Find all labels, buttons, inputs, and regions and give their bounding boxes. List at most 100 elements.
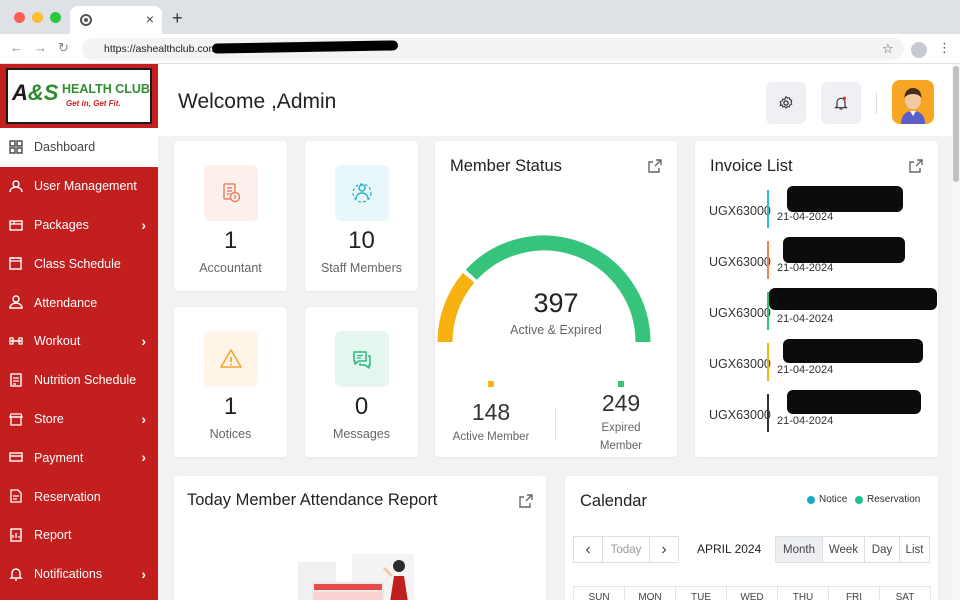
external-link-icon[interactable] — [519, 494, 533, 508]
sidebar-item-label: Payment — [34, 450, 84, 465]
browser-tab[interactable]: × — [70, 6, 162, 34]
profile-icon[interactable] — [911, 42, 927, 58]
sidebar-item-nutrition-schedule[interactable]: Nutrition Schedule — [0, 361, 158, 400]
invoice-row[interactable]: UGX63000 21-04-2024 — [709, 390, 939, 438]
attendance-report-card: Today Member Attendance Report — [174, 476, 546, 600]
notice-legend-dot — [807, 495, 815, 504]
sidebar-item-label: Report — [34, 528, 72, 543]
invoice-row[interactable]: UGX63000 21-04-2024 — [709, 339, 939, 387]
calendar-prev-button[interactable]: ‹ — [573, 536, 603, 563]
invoice-row[interactable]: UGX63000 21-04-2024 — [709, 186, 939, 234]
minimize-window-button[interactable] — [32, 12, 43, 23]
window-controls[interactable] — [14, 12, 61, 23]
sidebar-item-user-management[interactable]: User Management — [0, 167, 158, 206]
browser-tab-bar: × + — [0, 0, 960, 34]
page-scrollbar[interactable] — [952, 64, 960, 600]
calendar-card: Calendar Notice Reservation ‹ Today › AP… — [565, 476, 938, 600]
chat-icon — [353, 351, 371, 369]
warning-icon — [220, 349, 242, 368]
back-icon[interactable]: ← — [10, 40, 23, 55]
sidebar-item-packages[interactable]: Packages › — [0, 206, 158, 245]
store-icon — [9, 412, 23, 426]
calendar-view-month[interactable]: Month — [775, 536, 823, 563]
calendar-day-header: FRI — [828, 586, 880, 600]
calendar-view-week[interactable]: Week — [822, 536, 865, 563]
active-member-label: Active Member — [452, 431, 530, 443]
notice-legend: Notice — [807, 494, 847, 505]
logo[interactable]: A&S HEALTH CLUB Get in, Get Fit. — [6, 68, 152, 124]
chevron-right-icon: › — [661, 540, 667, 558]
invoice-row[interactable]: UGX63000 21-04-2024 — [709, 237, 939, 285]
stat-card-staff[interactable]: 10 Staff Members — [305, 141, 418, 291]
sidebar-item-label: Packages — [34, 217, 89, 232]
calendar-day-header: TUE — [675, 586, 727, 600]
invoice-redaction — [783, 237, 905, 263]
active-legend-marker — [488, 381, 494, 387]
invoice-redaction — [787, 390, 921, 414]
sidebar-item-dashboard[interactable]: Dashboard — [0, 128, 158, 167]
calendar-view-list[interactable]: List — [899, 536, 930, 563]
tab-close-icon[interactable]: × — [146, 11, 154, 27]
attendance-report-title: Today Member Attendance Report — [187, 491, 438, 509]
invoice-row[interactable]: UGX63000 21-04-2024 — [709, 288, 939, 336]
stat-card-messages[interactable]: 0 Messages — [305, 307, 418, 457]
invoice-code: UGX63000 — [709, 204, 771, 218]
invoice-date: 21-04-2024 — [777, 262, 834, 274]
sidebar: A&S HEALTH CLUB Get in, Get Fit. Dashboa… — [0, 64, 158, 600]
chevron-right-icon: › — [141, 332, 146, 349]
maximize-window-button[interactable] — [50, 12, 61, 23]
accountant-count: 1 — [223, 227, 238, 254]
address-toolbar: ← → ↻ https://ashealthclub.com/ ☆ ⋮ — [0, 34, 960, 64]
sidebar-item-workout[interactable]: Workout › — [0, 322, 158, 361]
url-field[interactable]: https://ashealthclub.com/ — [82, 38, 904, 60]
sidebar-item-store[interactable]: Store › — [0, 400, 158, 439]
bookmark-star-icon[interactable]: ☆ — [882, 41, 894, 57]
url-text: https://ashealthclub.com/ — [104, 43, 221, 55]
sidebar-nav: Dashboard User Management Packages › Class S… — [0, 128, 158, 594]
calendar-month-label: APRIL 2024 — [697, 542, 762, 556]
new-tab-button[interactable]: + — [172, 8, 183, 29]
calendar-title: Calendar — [580, 492, 647, 510]
scrollbar-thumb[interactable] — [953, 66, 959, 182]
stat-icon-box — [335, 165, 389, 221]
notifications-button[interactable] — [821, 82, 861, 124]
avatar[interactable] — [892, 80, 934, 124]
calendar-day-header: WED — [726, 586, 778, 600]
stat-card-notices[interactable]: 1 Notices — [174, 307, 287, 457]
stat-card-accountant[interactable]: 1 Accountant — [174, 141, 287, 291]
member-status-title: Member Status — [450, 157, 562, 175]
sidebar-item-notifications[interactable]: Notifications › — [0, 555, 158, 594]
sidebar-item-class-schedule[interactable]: Class Schedule — [0, 244, 158, 283]
sidebar-item-reservation[interactable]: Reservation — [0, 477, 158, 516]
sidebar-item-label: Nutrition Schedule — [34, 373, 137, 388]
logo-mark-s: &S — [27, 80, 59, 105]
calendar-next-button[interactable]: › — [649, 536, 679, 563]
invoice-status-bar — [767, 343, 769, 381]
dumbbell-icon — [9, 337, 23, 345]
report-icon — [10, 528, 22, 542]
sidebar-item-payment[interactable]: Payment › — [0, 438, 158, 477]
sidebar-item-label: Reservation — [34, 489, 101, 504]
invoice-status-bar — [767, 241, 769, 279]
settings-button[interactable] — [766, 82, 806, 124]
invoice-code: UGX63000 — [709, 255, 771, 269]
reload-icon[interactable]: ↻ — [58, 40, 69, 56]
external-link-icon[interactable] — [909, 159, 923, 173]
close-window-button[interactable] — [14, 12, 25, 23]
attendance-illustration — [298, 554, 414, 600]
invoice-date: 21-04-2024 — [777, 313, 834, 325]
main-content: Welcome ,Admin 1 Accountant 10 Staff Mem… — [158, 64, 952, 600]
invoice-date: 21-04-2024 — [777, 415, 834, 427]
top-header: Welcome ,Admin — [158, 64, 952, 136]
browser-menu-icon[interactable]: ⋮ — [938, 40, 951, 56]
invoice-date: 21-04-2024 — [777, 211, 834, 223]
reservation-legend: Reservation — [855, 494, 920, 505]
calendar-today-button[interactable]: Today — [602, 536, 650, 563]
calendar-view-day[interactable]: Day — [864, 536, 900, 563]
external-link-icon[interactable] — [648, 159, 662, 173]
invoice-redaction — [769, 288, 937, 310]
sidebar-item-report[interactable]: Report — [0, 516, 158, 555]
forward-icon[interactable]: → — [34, 40, 47, 55]
sidebar-item-attendance[interactable]: Attendance — [0, 283, 158, 322]
notices-label: Notices — [209, 427, 252, 441]
